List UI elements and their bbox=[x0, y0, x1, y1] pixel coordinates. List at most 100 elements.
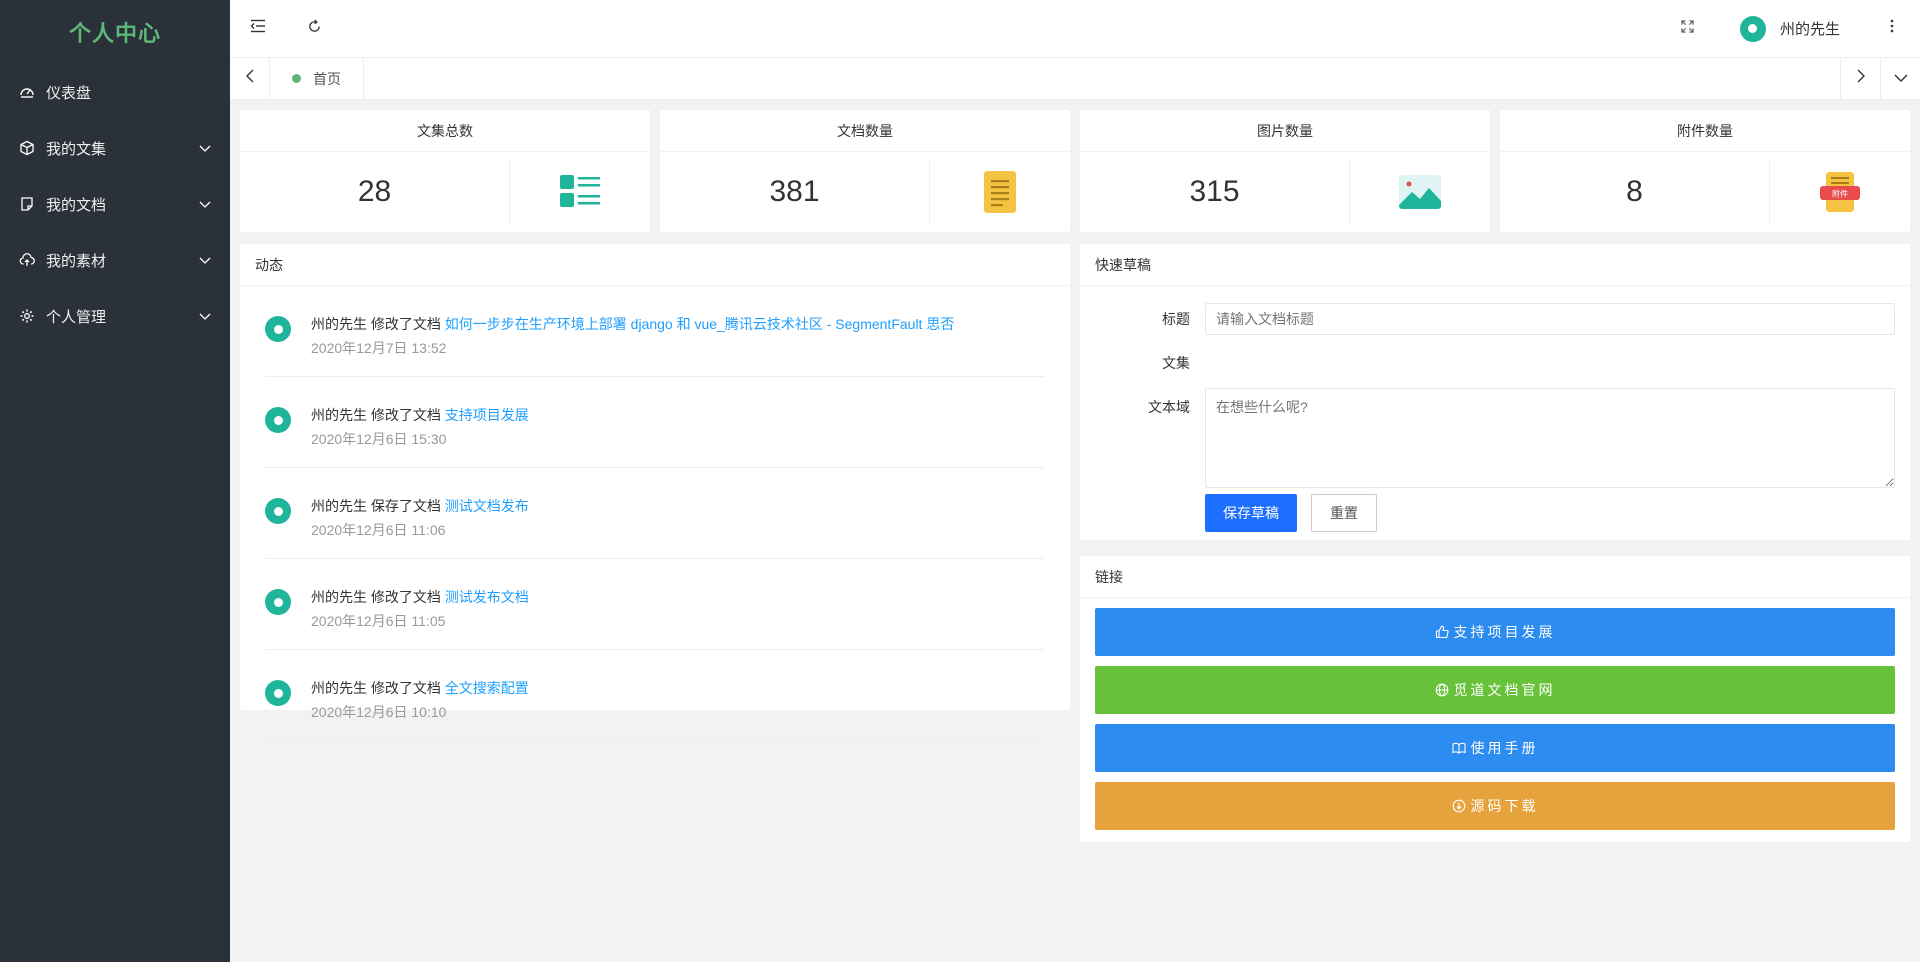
chevron-down-icon bbox=[198, 141, 212, 155]
sidebar-item-dashboard[interactable]: 仪表盘 bbox=[0, 64, 230, 120]
activity-document-link[interactable]: 如何一步步在生产环境上部署 django 和 vue_腾讯云技术社区 - Seg… bbox=[445, 316, 955, 332]
sidebar-item-label: 我的文档 bbox=[46, 196, 107, 214]
title-input[interactable] bbox=[1205, 303, 1895, 335]
draft-title: 快速草稿 bbox=[1080, 244, 1910, 286]
menu-fold-icon bbox=[250, 19, 266, 38]
activity-user: 州的先生 bbox=[311, 407, 367, 423]
tab-label: 首页 bbox=[313, 70, 341, 87]
sidebar-item-documents[interactable]: 我的文档 bbox=[0, 176, 230, 232]
user-manual-button[interactable]: 使用手册 bbox=[1095, 724, 1895, 772]
reset-button[interactable]: 重置 bbox=[1311, 494, 1377, 532]
activity-text: 州的先生 保存了文档 测试文档发布 bbox=[311, 496, 529, 516]
sidebar-item-label: 仪表盘 bbox=[46, 84, 92, 102]
activity-item: 州的先生 修改了文档 全文搜索配置 2020年12月6日 10:10 bbox=[265, 650, 1045, 741]
activity-text: 州的先生 修改了文档 如何一步步在生产环境上部署 django 和 vue_腾讯… bbox=[311, 314, 954, 334]
stat-card-attachments: 附件数量 8 附件 bbox=[1500, 110, 1910, 232]
tabs-scroll-right-button[interactable] bbox=[1840, 57, 1880, 100]
avatar bbox=[1739, 15, 1766, 42]
download-icon bbox=[1452, 799, 1466, 813]
refresh-icon bbox=[307, 19, 322, 39]
activity-document-link[interactable]: 测试文档发布 bbox=[445, 498, 529, 514]
user-menu[interactable]: 州的先生 bbox=[1739, 15, 1840, 42]
fullscreen-icon bbox=[1681, 19, 1695, 38]
activity-item: 州的先生 保存了文档 测试文档发布 2020年12月6日 11:06 bbox=[265, 468, 1045, 559]
list-icon bbox=[510, 175, 650, 209]
collapse-sidebar-button[interactable] bbox=[230, 0, 286, 58]
activity-time: 2020年12月6日 15:30 bbox=[311, 431, 447, 447]
stat-title: 附件数量 bbox=[1500, 110, 1910, 152]
official-site-button[interactable]: 觅道文档官网 bbox=[1095, 666, 1895, 714]
chevron-left-icon bbox=[245, 69, 255, 88]
link-button-label: 觅道文档官网 bbox=[1453, 682, 1556, 698]
stat-value: 381 bbox=[660, 160, 930, 224]
activity-user: 州的先生 bbox=[311, 498, 367, 514]
save-draft-button[interactable]: 保存草稿 bbox=[1205, 494, 1297, 532]
link-button-label: 支持项目发展 bbox=[1453, 624, 1556, 640]
activity-action: 修改了文档 bbox=[370, 680, 441, 696]
sidebar-item-label: 个人管理 bbox=[46, 308, 107, 326]
sidebar: 个人中心 仪表盘 我的文集 我的文档 我的素材 个人管理 bbox=[0, 0, 230, 962]
activity-document-link[interactable]: 全文搜索配置 bbox=[445, 680, 529, 696]
stat-card-collections: 文集总数 28 bbox=[240, 110, 650, 232]
tabs-menu-button[interactable] bbox=[1880, 57, 1920, 100]
collection-select[interactable] bbox=[1205, 344, 1895, 382]
chevron-right-icon bbox=[1856, 69, 1866, 88]
sidebar-item-label: 我的文集 bbox=[46, 140, 107, 158]
avatar bbox=[265, 498, 291, 524]
collection-label: 文集 bbox=[1162, 355, 1190, 371]
support-project-button[interactable]: 支持项目发展 bbox=[1095, 608, 1895, 656]
activity-action: 保存了文档 bbox=[370, 498, 441, 514]
activity-user: 州的先生 bbox=[311, 589, 367, 605]
activity-title: 动态 bbox=[240, 244, 1070, 286]
user-name: 州的先生 bbox=[1779, 21, 1840, 38]
activity-text: 州的先生 修改了文档 测试发布文档 bbox=[311, 587, 529, 607]
activity-list: 州的先生 修改了文档 如何一步步在生产环境上部署 django 和 vue_腾讯… bbox=[240, 286, 1070, 741]
activity-action: 修改了文档 bbox=[370, 589, 441, 605]
stat-title: 文档数量 bbox=[660, 110, 1070, 152]
title-label: 标题 bbox=[1162, 311, 1190, 327]
activity-time: 2020年12月7日 13:52 bbox=[311, 340, 447, 356]
activity-action: 修改了文档 bbox=[370, 407, 441, 423]
avatar bbox=[265, 680, 291, 706]
dashboard-icon bbox=[18, 83, 36, 101]
attachment-icon: 附件 bbox=[1770, 172, 1910, 212]
activity-document-link[interactable]: 支持项目发展 bbox=[445, 407, 529, 423]
source-download-button[interactable]: 源码下载 bbox=[1095, 782, 1895, 830]
chevron-down-icon bbox=[198, 309, 212, 323]
tab-home[interactable]: 首页 bbox=[270, 57, 364, 100]
sidebar-item-collections[interactable]: 我的文集 bbox=[0, 120, 230, 176]
stat-title: 图片数量 bbox=[1080, 110, 1490, 152]
sidebar-item-materials[interactable]: 我的素材 bbox=[0, 232, 230, 288]
cube-icon bbox=[18, 139, 36, 157]
activity-text: 州的先生 修改了文档 支持项目发展 bbox=[311, 405, 529, 425]
stat-card-images: 图片数量 315 bbox=[1080, 110, 1490, 232]
activity-user: 州的先生 bbox=[311, 316, 367, 332]
stat-card-documents: 文档数量 381 bbox=[660, 110, 1070, 232]
fullscreen-button[interactable] bbox=[1660, 0, 1716, 58]
tabs-scroll-left-button[interactable] bbox=[230, 57, 270, 100]
more-options-button[interactable] bbox=[1864, 0, 1920, 58]
activity-item: 州的先生 修改了文档 支持项目发展 2020年12月6日 15:30 bbox=[265, 377, 1045, 468]
link-button-label: 源码下载 bbox=[1470, 798, 1539, 814]
stat-value: 8 bbox=[1500, 160, 1770, 224]
sidebar-item-personal[interactable]: 个人管理 bbox=[0, 288, 230, 344]
body-label: 文本域 bbox=[1148, 399, 1190, 415]
links-title: 链接 bbox=[1080, 556, 1910, 598]
body-textarea[interactable] bbox=[1205, 388, 1895, 488]
activity-document-link[interactable]: 测试发布文档 bbox=[445, 589, 529, 605]
chevron-down-icon bbox=[1894, 70, 1908, 88]
sidebar-logo[interactable]: 个人中心 bbox=[0, 0, 230, 64]
quick-draft-panel: 快速草稿 标题 文集 文本域 保存草稿 重置 bbox=[1080, 244, 1910, 540]
avatar bbox=[265, 407, 291, 433]
refresh-button[interactable] bbox=[286, 0, 342, 58]
top-header: 州的先生 bbox=[230, 0, 1920, 58]
document-yellow-icon bbox=[930, 171, 1070, 213]
sidebar-item-label: 我的素材 bbox=[46, 252, 107, 270]
image-icon bbox=[1350, 175, 1490, 209]
more-vertical-icon bbox=[1890, 19, 1894, 38]
avatar bbox=[265, 316, 291, 342]
chevron-down-icon bbox=[198, 253, 212, 267]
globe-icon bbox=[1435, 683, 1449, 697]
thumbs-up-icon bbox=[1435, 625, 1449, 639]
book-icon bbox=[1451, 741, 1466, 755]
